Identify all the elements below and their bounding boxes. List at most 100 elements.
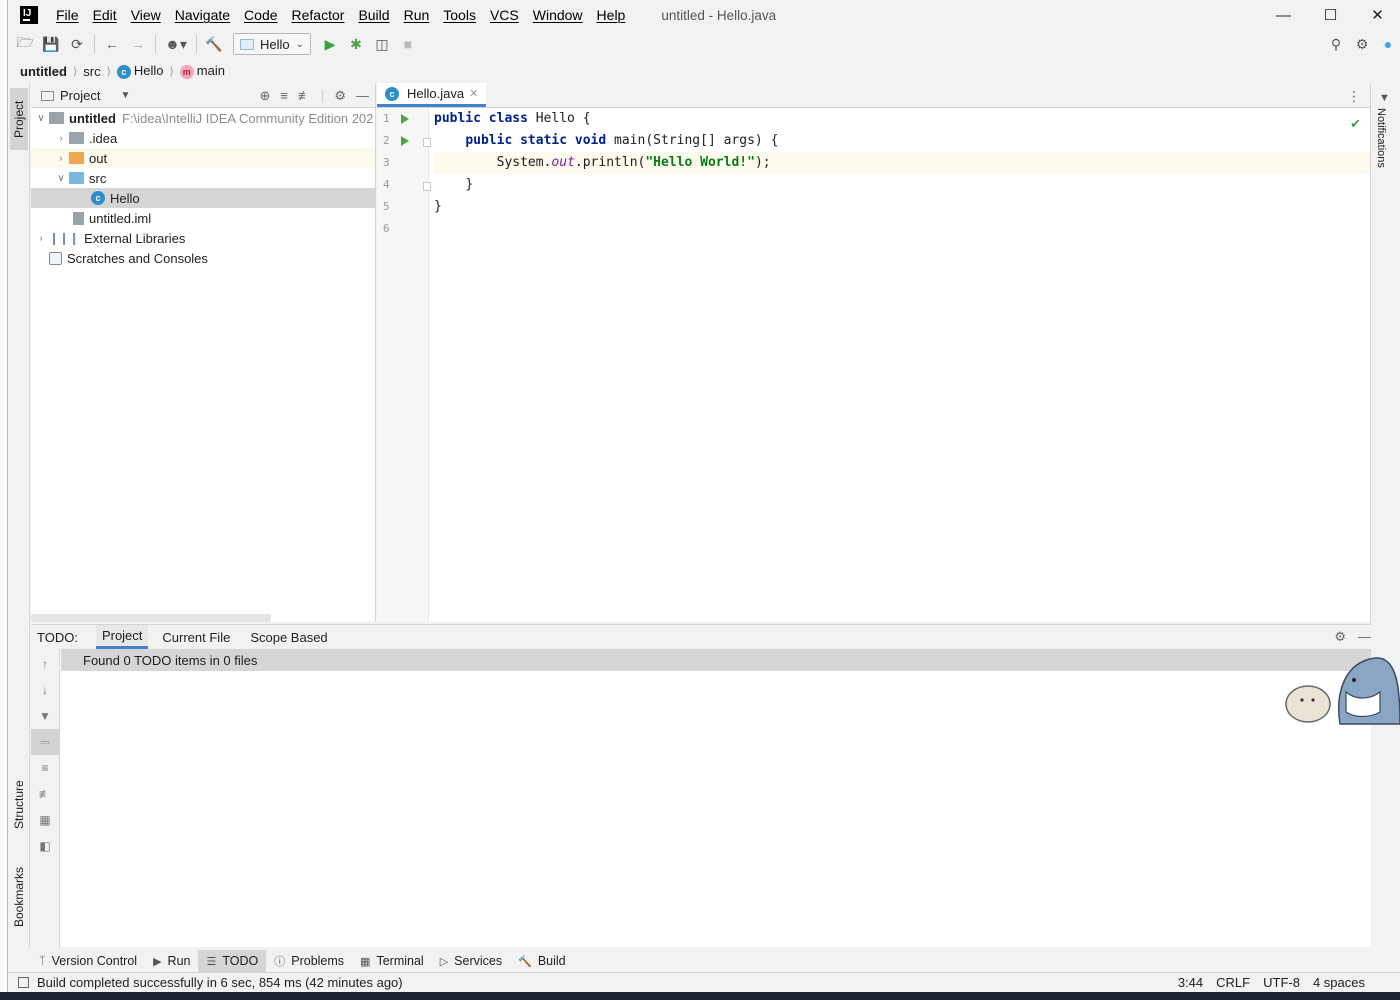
code-text: } bbox=[434, 199, 442, 214]
save-all-icon[interactable]: 💾 bbox=[38, 33, 64, 55]
list-icon: ☰ bbox=[206, 955, 217, 968]
locate-icon[interactable]: ⊕ bbox=[259, 88, 270, 104]
jetbrains-toolbox-icon[interactable]: ● bbox=[1375, 33, 1400, 55]
no-problems-check-icon[interactable]: ✔ bbox=[1350, 116, 1361, 132]
chevron-down-icon[interactable]: ∨ bbox=[33, 113, 49, 124]
caret-position[interactable]: 3:44 bbox=[1178, 975, 1203, 990]
stop-icon[interactable]: ■ bbox=[395, 33, 421, 55]
search-icon[interactable]: ⚲ bbox=[1323, 33, 1349, 55]
autoscroll-icon[interactable]: ⎓ bbox=[31, 729, 59, 755]
todo-result-row[interactable]: Found 0 TODO items in 0 files bbox=[61, 649, 1371, 671]
maximize-icon[interactable]: ☐ bbox=[1307, 0, 1354, 30]
tab-todo[interactable]: ☰ TODO bbox=[198, 950, 267, 972]
tab-version-control[interactable]: ᛉ Version Control bbox=[31, 950, 145, 972]
tree-item-src[interactable]: ∨ src bbox=[31, 168, 375, 188]
project-view-selector[interactable]: Project ▼ bbox=[41, 88, 130, 103]
group-by-icon[interactable]: ▦ bbox=[31, 807, 59, 833]
chevron-right-icon[interactable]: › bbox=[53, 133, 69, 144]
file-encoding[interactable]: UTF-8 bbox=[1263, 975, 1300, 990]
menu-view[interactable]: View bbox=[131, 7, 169, 23]
close-tab-icon[interactable]: ✕ bbox=[469, 87, 478, 100]
indent-setting[interactable]: 4 spaces bbox=[1313, 975, 1365, 990]
tab-terminal[interactable]: ▦ Terminal bbox=[352, 950, 432, 972]
coverage-icon[interactable]: ◫ bbox=[369, 33, 395, 55]
todo-tab-project[interactable]: Project bbox=[95, 625, 149, 649]
close-icon[interactable]: ✕ bbox=[1354, 0, 1400, 30]
gear-icon[interactable]: ⚙ bbox=[1334, 629, 1346, 645]
status-message[interactable]: Build completed successfully in 6 sec, 8… bbox=[18, 975, 403, 990]
expand-all-icon[interactable]: ≡ bbox=[31, 755, 59, 781]
chevron-right-icon[interactable]: › bbox=[33, 233, 49, 244]
menu-run[interactable]: Run bbox=[404, 7, 438, 23]
editor-gutter: 1 2 3 4 5 6 bbox=[377, 108, 431, 622]
menu-edit[interactable]: Edit bbox=[93, 7, 125, 23]
editor-more-icon[interactable]: ⋮ bbox=[1347, 88, 1361, 105]
filter-icon[interactable]: ▼ bbox=[31, 703, 59, 729]
menu-navigate[interactable]: Navigate bbox=[175, 7, 238, 23]
collapse-all-icon[interactable]: ≢ bbox=[31, 781, 59, 807]
fold-icon[interactable] bbox=[423, 138, 431, 147]
breadcrumb-class[interactable]: c Hello bbox=[116, 63, 164, 79]
tree-item-scratches[interactable]: Scratches and Consoles bbox=[31, 248, 375, 268]
tab-hello-java[interactable]: c Hello.java ✕ bbox=[377, 83, 487, 107]
tab-build[interactable]: 🔨 Build bbox=[510, 950, 574, 972]
toggle-tool-windows-icon[interactable] bbox=[18, 977, 29, 988]
chevron-down-icon[interactable]: ∨ bbox=[53, 173, 69, 184]
tree-item-hello[interactable]: c Hello bbox=[31, 188, 375, 208]
todo-result-text: Found 0 TODO items in 0 files bbox=[83, 652, 258, 668]
back-arrow-icon[interactable]: ← bbox=[99, 33, 125, 55]
tree-item-out[interactable]: › out bbox=[31, 148, 375, 168]
menu-file[interactable]: File bbox=[56, 7, 87, 23]
run-configuration-select[interactable]: Hello ⌄ bbox=[233, 33, 312, 55]
run-gutter-icon[interactable] bbox=[401, 136, 409, 146]
breadcrumb-method[interactable]: m main bbox=[179, 63, 225, 79]
line-separator[interactable]: CRLF bbox=[1216, 975, 1250, 990]
expand-all-icon[interactable]: ≡ bbox=[280, 88, 288, 104]
debug-icon[interactable]: ✱ bbox=[343, 33, 369, 55]
menu-tools[interactable]: Tools bbox=[443, 7, 484, 23]
sync-icon[interactable]: ⟳ bbox=[64, 33, 90, 55]
tab-structure[interactable]: Structure bbox=[10, 770, 28, 840]
tree-item-iml[interactable]: untitled.iml bbox=[31, 208, 375, 228]
gear-icon[interactable]: ⚙ bbox=[1349, 33, 1375, 55]
run-icon[interactable]: ▶ bbox=[317, 33, 343, 55]
forward-arrow-icon[interactable]: → bbox=[125, 33, 151, 55]
tab-notifications[interactable]: Notifications bbox=[1375, 108, 1387, 168]
todo-tab-current-file[interactable]: Current File bbox=[156, 625, 236, 649]
fold-icon[interactable] bbox=[423, 182, 431, 191]
tree-item-untitled[interactable]: ∨ untitled F:\idea\IntelliJ IDEA Communi… bbox=[31, 108, 375, 128]
todo-tab-scope-based[interactable]: Scope Based bbox=[244, 625, 333, 649]
build-hammer-icon[interactable]: 🔨 bbox=[201, 33, 227, 55]
open-folder-icon[interactable]: 🗁 bbox=[12, 33, 38, 55]
hide-icon[interactable]: — bbox=[1358, 629, 1371, 645]
previous-icon[interactable]: ↑ bbox=[31, 651, 59, 677]
hide-icon[interactable]: — bbox=[356, 88, 369, 104]
gear-icon[interactable]: ⚙ bbox=[334, 88, 346, 104]
tab-project[interactable]: Project bbox=[10, 88, 28, 150]
code-area[interactable]: public class Hello { public static void … bbox=[434, 108, 1371, 240]
tab-problems[interactable]: ⓘ Problems bbox=[266, 950, 352, 972]
run-gutter-icon[interactable] bbox=[401, 114, 409, 124]
user-icon[interactable]: ☻▾ bbox=[160, 33, 192, 55]
menu-vcs[interactable]: VCS bbox=[490, 7, 527, 23]
menu-refactor[interactable]: Refactor bbox=[292, 7, 353, 23]
horizontal-scrollbar[interactable] bbox=[31, 614, 271, 622]
next-icon[interactable]: ↓ bbox=[31, 677, 59, 703]
collapse-all-icon[interactable]: ≢ bbox=[298, 88, 311, 104]
tab-bookmarks[interactable]: Bookmarks bbox=[10, 858, 28, 936]
tab-services[interactable]: ▷ Services bbox=[432, 950, 510, 972]
tab-run[interactable]: ▶ Run bbox=[145, 950, 198, 972]
chevron-down-icon: ⌄ bbox=[295, 38, 305, 50]
tree-item-external-libraries[interactable]: › ❙❙❙ External Libraries bbox=[31, 228, 375, 248]
menu-build[interactable]: Build bbox=[358, 7, 397, 23]
menu-window[interactable]: Window bbox=[533, 7, 591, 23]
bell-icon[interactable]: ▼ bbox=[1379, 92, 1390, 104]
breadcrumb-project[interactable]: untitled bbox=[20, 64, 67, 79]
tree-item-idea[interactable]: › .idea bbox=[31, 128, 375, 148]
menu-help[interactable]: Help bbox=[597, 7, 634, 23]
menu-code[interactable]: Code bbox=[244, 7, 285, 23]
chevron-right-icon[interactable]: › bbox=[53, 153, 69, 164]
preview-icon[interactable]: ◧ bbox=[31, 833, 59, 859]
minimize-icon[interactable]: — bbox=[1260, 0, 1307, 30]
breadcrumb-folder[interactable]: src bbox=[83, 64, 100, 79]
